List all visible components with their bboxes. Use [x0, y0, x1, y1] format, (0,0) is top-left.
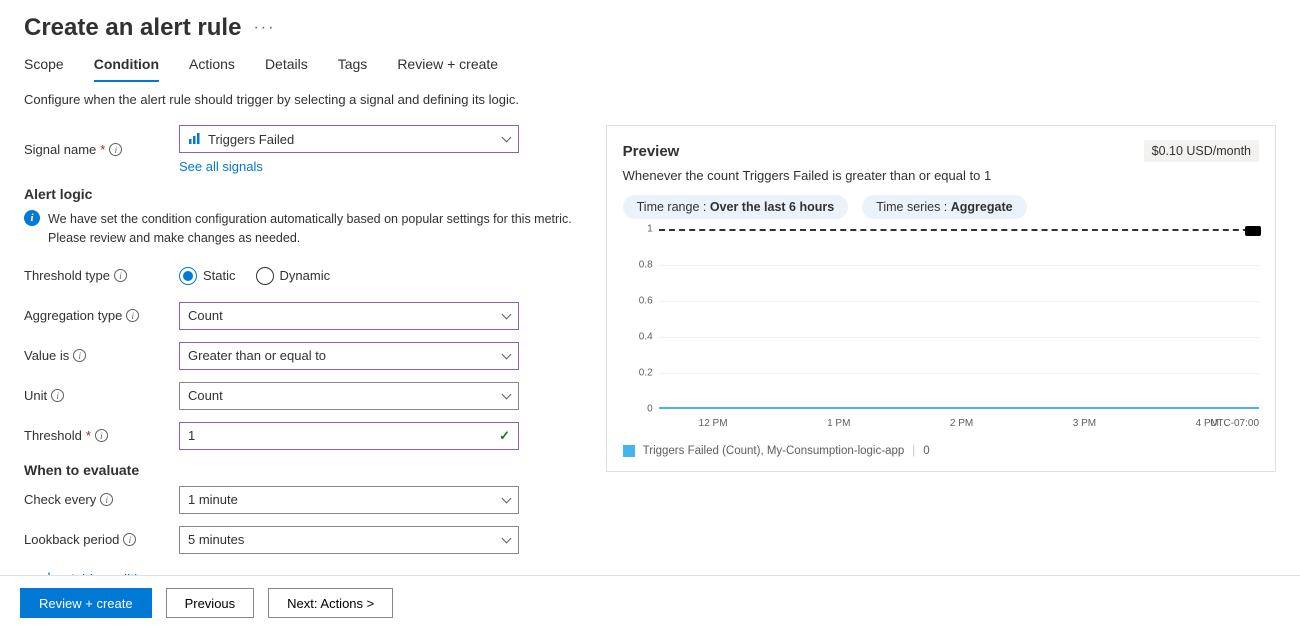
- unit-select[interactable]: Count: [179, 382, 519, 410]
- aggregation-type-label: Aggregation type: [24, 308, 122, 323]
- check-every-select[interactable]: 1 minute: [179, 486, 519, 514]
- footer-bar: Review + create Previous Next: Actions >: [0, 575, 1300, 630]
- chevron-down-icon: [502, 533, 512, 543]
- chevron-down-icon: [502, 389, 512, 399]
- time-series-pill[interactable]: Time series : Aggregate: [862, 195, 1026, 219]
- info-icon: i: [24, 210, 40, 226]
- when-to-evaluate-heading: When to evaluate: [24, 462, 576, 478]
- lookback-period-select[interactable]: 5 minutes: [179, 526, 519, 554]
- tab-description: Configure when the alert rule should tri…: [24, 92, 1276, 107]
- chevron-down-icon: [502, 493, 512, 503]
- previous-button[interactable]: Previous: [166, 588, 255, 618]
- page-title: Create an alert rule: [24, 14, 241, 42]
- tab-actions[interactable]: Actions: [189, 56, 235, 82]
- signal-name-label: Signal name * i: [24, 142, 179, 157]
- unit-label: Unit: [24, 388, 47, 403]
- threshold-type-label: Threshold type: [24, 268, 110, 283]
- legend-text: Triggers Failed (Count), My-Consumption-…: [643, 445, 905, 457]
- chart-timezone: UTC-07:00: [1210, 418, 1259, 429]
- gridline: [659, 265, 1259, 266]
- time-range-pill[interactable]: Time range : Over the last 6 hours: [623, 195, 849, 219]
- legend-value: 0: [923, 445, 929, 457]
- see-all-signals-link[interactable]: See all signals: [179, 159, 519, 174]
- y-tick: 0.8: [639, 260, 653, 271]
- preview-rule-statement: Whenever the count Triggers Failed is gr…: [623, 168, 1259, 183]
- alert-logic-heading: Alert logic: [24, 186, 576, 202]
- x-tick: 3 PM: [1073, 418, 1096, 429]
- threshold-marker-icon: [1245, 226, 1261, 236]
- next-actions-button[interactable]: Next: Actions >: [268, 588, 393, 618]
- info-icon[interactable]: i: [114, 269, 127, 282]
- preview-cost: $0.10 USD/month: [1144, 140, 1259, 162]
- metric-icon: [188, 131, 202, 148]
- gridline: [659, 373, 1259, 374]
- chart-legend: Triggers Failed (Count), My-Consumption-…: [623, 445, 1259, 457]
- threshold-label: Threshold: [24, 428, 82, 443]
- info-banner-text: We have set the condition configuration …: [48, 210, 576, 248]
- threshold-line: [659, 229, 1259, 231]
- tab-review[interactable]: Review + create: [397, 56, 498, 82]
- chevron-down-icon: [502, 349, 512, 359]
- tab-tags[interactable]: Tags: [338, 56, 368, 82]
- threshold-type-dynamic-radio[interactable]: Dynamic: [256, 267, 331, 285]
- signal-name-select[interactable]: Triggers Failed: [179, 125, 519, 153]
- threshold-type-static-radio[interactable]: Static: [179, 267, 236, 285]
- y-tick: 1: [647, 224, 653, 235]
- y-tick: 0.6: [639, 296, 653, 307]
- tab-scope[interactable]: Scope: [24, 56, 64, 82]
- y-tick: 0: [647, 404, 653, 415]
- review-create-button[interactable]: Review + create: [20, 588, 152, 618]
- value-is-label: Value is: [24, 348, 69, 363]
- threshold-input[interactable]: 1 ✓: [179, 422, 519, 450]
- info-icon[interactable]: i: [73, 349, 86, 362]
- y-tick: 0.4: [639, 332, 653, 343]
- x-tick: 1 PM: [827, 418, 850, 429]
- gridline: [659, 301, 1259, 302]
- validation-ok-icon: ✓: [499, 428, 510, 444]
- chevron-down-icon: [502, 309, 512, 319]
- legend-swatch: [623, 445, 635, 457]
- tab-condition[interactable]: Condition: [94, 56, 159, 82]
- operator-select[interactable]: Greater than or equal to: [179, 342, 519, 370]
- signal-name-value: Triggers Failed: [208, 132, 294, 147]
- check-every-label: Check every: [24, 492, 96, 507]
- x-tick: 2 PM: [950, 418, 973, 429]
- data-series-line: [659, 407, 1259, 409]
- info-icon[interactable]: i: [109, 143, 122, 156]
- preview-title: Preview: [623, 143, 680, 160]
- x-tick: 12 PM: [699, 418, 728, 429]
- y-tick: 0.2: [639, 368, 653, 379]
- chevron-down-icon: [502, 133, 512, 143]
- info-banner: i We have set the condition configuratio…: [24, 210, 576, 248]
- more-menu-icon[interactable]: ···: [253, 19, 275, 37]
- preview-chart: 00.20.40.60.81 12 PM1 PM2 PM3 PM4 PM UTC…: [623, 229, 1259, 439]
- info-icon[interactable]: i: [51, 389, 64, 402]
- gridline: [659, 337, 1259, 338]
- lookback-period-label: Lookback period: [24, 532, 119, 547]
- info-icon[interactable]: i: [95, 429, 108, 442]
- tab-details[interactable]: Details: [265, 56, 308, 82]
- info-icon[interactable]: i: [126, 309, 139, 322]
- aggregation-type-select[interactable]: Count: [179, 302, 519, 330]
- info-icon[interactable]: i: [123, 533, 136, 546]
- preview-panel: Preview $0.10 USD/month Whenever the cou…: [606, 125, 1276, 472]
- tab-bar: Scope Condition Actions Details Tags Rev…: [24, 56, 1276, 82]
- info-icon[interactable]: i: [100, 493, 113, 506]
